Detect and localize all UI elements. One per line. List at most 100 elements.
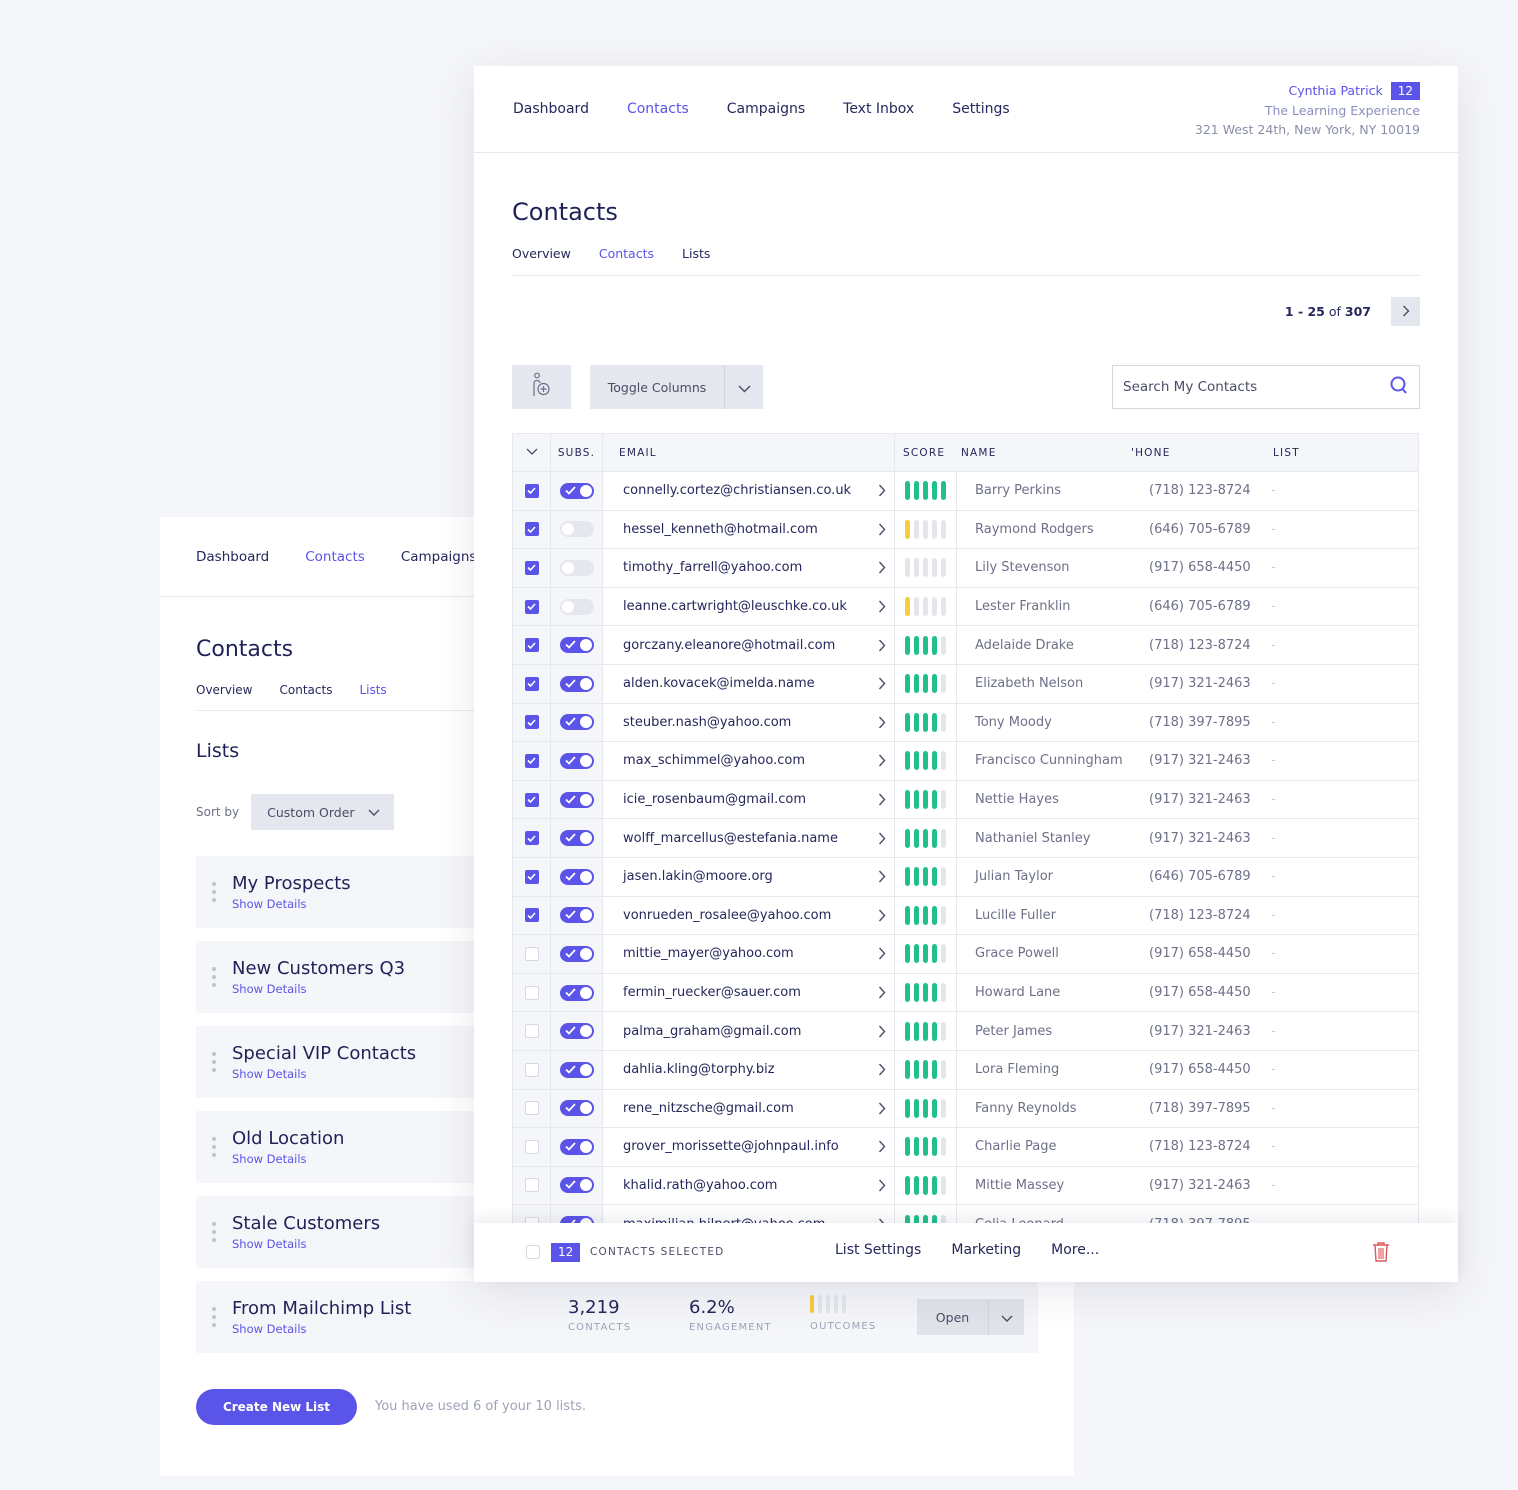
user-info[interactable]: Cynthia Patrick 12 The Learning Experienc… — [1195, 81, 1420, 140]
contact-email[interactable]: vonrueden_rosalee@yahoo.com — [623, 908, 831, 923]
subscribe-toggle[interactable] — [559, 559, 594, 576]
table-row[interactable]: wolff_marcellus@estefania.name Nathaniel … — [513, 819, 1418, 858]
nav-text-inbox[interactable]: Text Inbox — [843, 101, 914, 117]
list-card[interactable]: From Mailchimp List Show Details 3,219 CONT… — [196, 1281, 1038, 1353]
nav-campaigns[interactable]: Campaigns — [727, 101, 805, 117]
chevron-right-icon[interactable] — [878, 1025, 886, 1038]
show-details-link[interactable]: Show Details — [232, 897, 351, 911]
user-name[interactable]: Cynthia Patrick — [1288, 83, 1382, 98]
row-checkbox[interactable] — [524, 522, 539, 537]
nav-dashboard[interactable]: Dashboard — [513, 101, 589, 117]
subscribe-toggle[interactable] — [559, 714, 594, 731]
open-list-button[interactable]: Open — [917, 1299, 989, 1335]
subscribe-toggle[interactable] — [559, 868, 594, 885]
toggle-columns-caret[interactable] — [725, 365, 763, 409]
next-page-button[interactable] — [1391, 297, 1420, 326]
chevron-right-icon[interactable] — [878, 639, 886, 652]
col-name[interactable]: NAME — [957, 447, 1131, 459]
row-checkbox[interactable] — [524, 1178, 539, 1193]
chevron-right-icon[interactable] — [878, 1063, 886, 1076]
chevron-right-icon[interactable] — [878, 947, 886, 960]
chevron-right-icon[interactable] — [878, 793, 886, 806]
row-checkbox[interactable] — [524, 1139, 539, 1154]
row-checkbox[interactable] — [524, 715, 539, 730]
table-row[interactable]: hessel_kenneth@hotmail.com Raymond Rodger… — [513, 510, 1418, 550]
more-button[interactable]: More... — [1051, 1242, 1099, 1258]
chevron-right-icon[interactable] — [878, 909, 886, 922]
contact-email[interactable]: grover_morissette@johnpaul.info — [623, 1139, 839, 1154]
table-row[interactable]: connelly.cortez@christiansen.co.uk Barry … — [513, 472, 1418, 511]
col-subs[interactable]: SUBS. — [551, 434, 603, 471]
subscribe-toggle[interactable] — [559, 1023, 594, 1040]
table-row[interactable]: rene_nitzsche@gmail.com Fanny Reynolds (71… — [513, 1089, 1418, 1129]
contact-email[interactable]: fermin_ruecker@sauer.com — [623, 985, 801, 1000]
subscribe-toggle[interactable] — [559, 907, 594, 924]
drag-handle-icon[interactable] — [196, 1307, 232, 1327]
tab-overview[interactable]: Overview — [196, 683, 253, 697]
nav-campaigns[interactable]: Campaigns — [401, 549, 477, 565]
contact-email[interactable]: max_schimmel@yahoo.com — [623, 753, 805, 768]
table-row[interactable]: palma_graham@gmail.com Peter James (917) 3… — [513, 1012, 1418, 1051]
show-details-link[interactable]: Show Details — [232, 1237, 380, 1251]
row-checkbox[interactable] — [524, 985, 539, 1000]
subscribe-toggle[interactable] — [559, 945, 594, 962]
subscribe-toggle[interactable] — [559, 598, 594, 615]
marketing-button[interactable]: Marketing — [951, 1242, 1021, 1258]
table-row[interactable]: vonrueden_rosalee@yahoo.com Lucille Fulle… — [513, 896, 1418, 936]
show-details-link[interactable]: Show Details — [232, 1067, 416, 1081]
nav-contacts[interactable]: Contacts — [627, 101, 689, 117]
tab-contacts[interactable]: Contacts — [280, 683, 333, 697]
chevron-right-icon[interactable] — [878, 1102, 886, 1115]
nav-settings[interactable]: Settings — [952, 101, 1009, 117]
contact-email[interactable]: gorczany.eleanore@hotmail.com — [623, 638, 835, 653]
contact-email[interactable]: mittie_mayer@yahoo.com — [623, 946, 794, 961]
row-checkbox[interactable] — [524, 1062, 539, 1077]
row-checkbox[interactable] — [524, 483, 539, 498]
chevron-right-icon[interactable] — [878, 561, 886, 574]
table-row[interactable]: timothy_farrell@yahoo.com Lily Stevenson (… — [513, 549, 1418, 588]
contact-email[interactable]: steuber.nash@yahoo.com — [623, 715, 791, 730]
tab-overview[interactable]: Overview — [512, 246, 571, 261]
subscribe-toggle[interactable] — [559, 752, 594, 769]
drag-handle-icon[interactable] — [196, 1052, 232, 1072]
subscribe-toggle[interactable] — [559, 984, 594, 1001]
contact-email[interactable]: connelly.cortez@christiansen.co.uk — [623, 483, 851, 498]
row-checkbox[interactable] — [524, 869, 539, 884]
contact-email[interactable]: leanne.cartwright@leuschke.co.uk — [623, 599, 847, 614]
tab-lists[interactable]: Lists — [682, 246, 710, 261]
row-checkbox[interactable] — [524, 753, 539, 768]
chevron-right-icon[interactable] — [878, 832, 886, 845]
search-input[interactable] — [1123, 379, 1389, 395]
table-row[interactable]: jasen.lakin@moore.org Julian Taylor (646) … — [513, 857, 1418, 897]
contact-email[interactable]: jasen.lakin@moore.org — [623, 869, 773, 884]
contact-email[interactable]: palma_graham@gmail.com — [623, 1024, 801, 1039]
select-all-toggle[interactable] — [513, 434, 551, 471]
add-contact-button[interactable] — [512, 365, 571, 409]
sort-select[interactable]: Custom Order — [251, 794, 395, 830]
chevron-right-icon[interactable] — [878, 600, 886, 613]
table-row[interactable]: fermin_ruecker@sauer.com Howard Lane (917)… — [513, 973, 1418, 1013]
tab-lists[interactable]: Lists — [359, 683, 386, 697]
chevron-right-icon[interactable] — [878, 1140, 886, 1153]
open-list-caret[interactable] — [989, 1299, 1024, 1335]
row-checkbox[interactable] — [524, 638, 539, 653]
show-details-link[interactable]: Show Details — [232, 982, 405, 996]
notification-badge[interactable]: 12 — [1390, 82, 1420, 100]
show-details-link[interactable]: Show Details — [232, 1322, 411, 1336]
toggle-columns-button[interactable]: Toggle Columns — [590, 365, 725, 409]
drag-handle-icon[interactable] — [196, 1137, 232, 1157]
contact-email[interactable]: hessel_kenneth@hotmail.com — [623, 522, 818, 537]
table-row[interactable]: alden.kovacek@imelda.name Elizabeth Nelso… — [513, 664, 1418, 704]
nav-contacts[interactable]: Contacts — [305, 549, 365, 565]
drag-handle-icon[interactable] — [196, 1222, 232, 1242]
table-row[interactable]: dahlia.kling@torphy.biz Lora Fleming (917)… — [513, 1050, 1418, 1090]
table-row[interactable]: steuber.nash@yahoo.com Tony Moody (718) 39… — [513, 703, 1418, 743]
row-checkbox[interactable] — [524, 831, 539, 846]
chevron-right-icon[interactable] — [878, 986, 886, 999]
trash-icon[interactable] — [1372, 1241, 1390, 1267]
contact-email[interactable]: dahlia.kling@torphy.biz — [623, 1062, 775, 1077]
table-row[interactable]: max_schimmel@yahoo.com Francisco Cunningh… — [513, 742, 1418, 781]
row-checkbox[interactable] — [524, 792, 539, 807]
row-checkbox[interactable] — [524, 1024, 539, 1039]
col-list[interactable]: LIST — [1271, 447, 1418, 459]
